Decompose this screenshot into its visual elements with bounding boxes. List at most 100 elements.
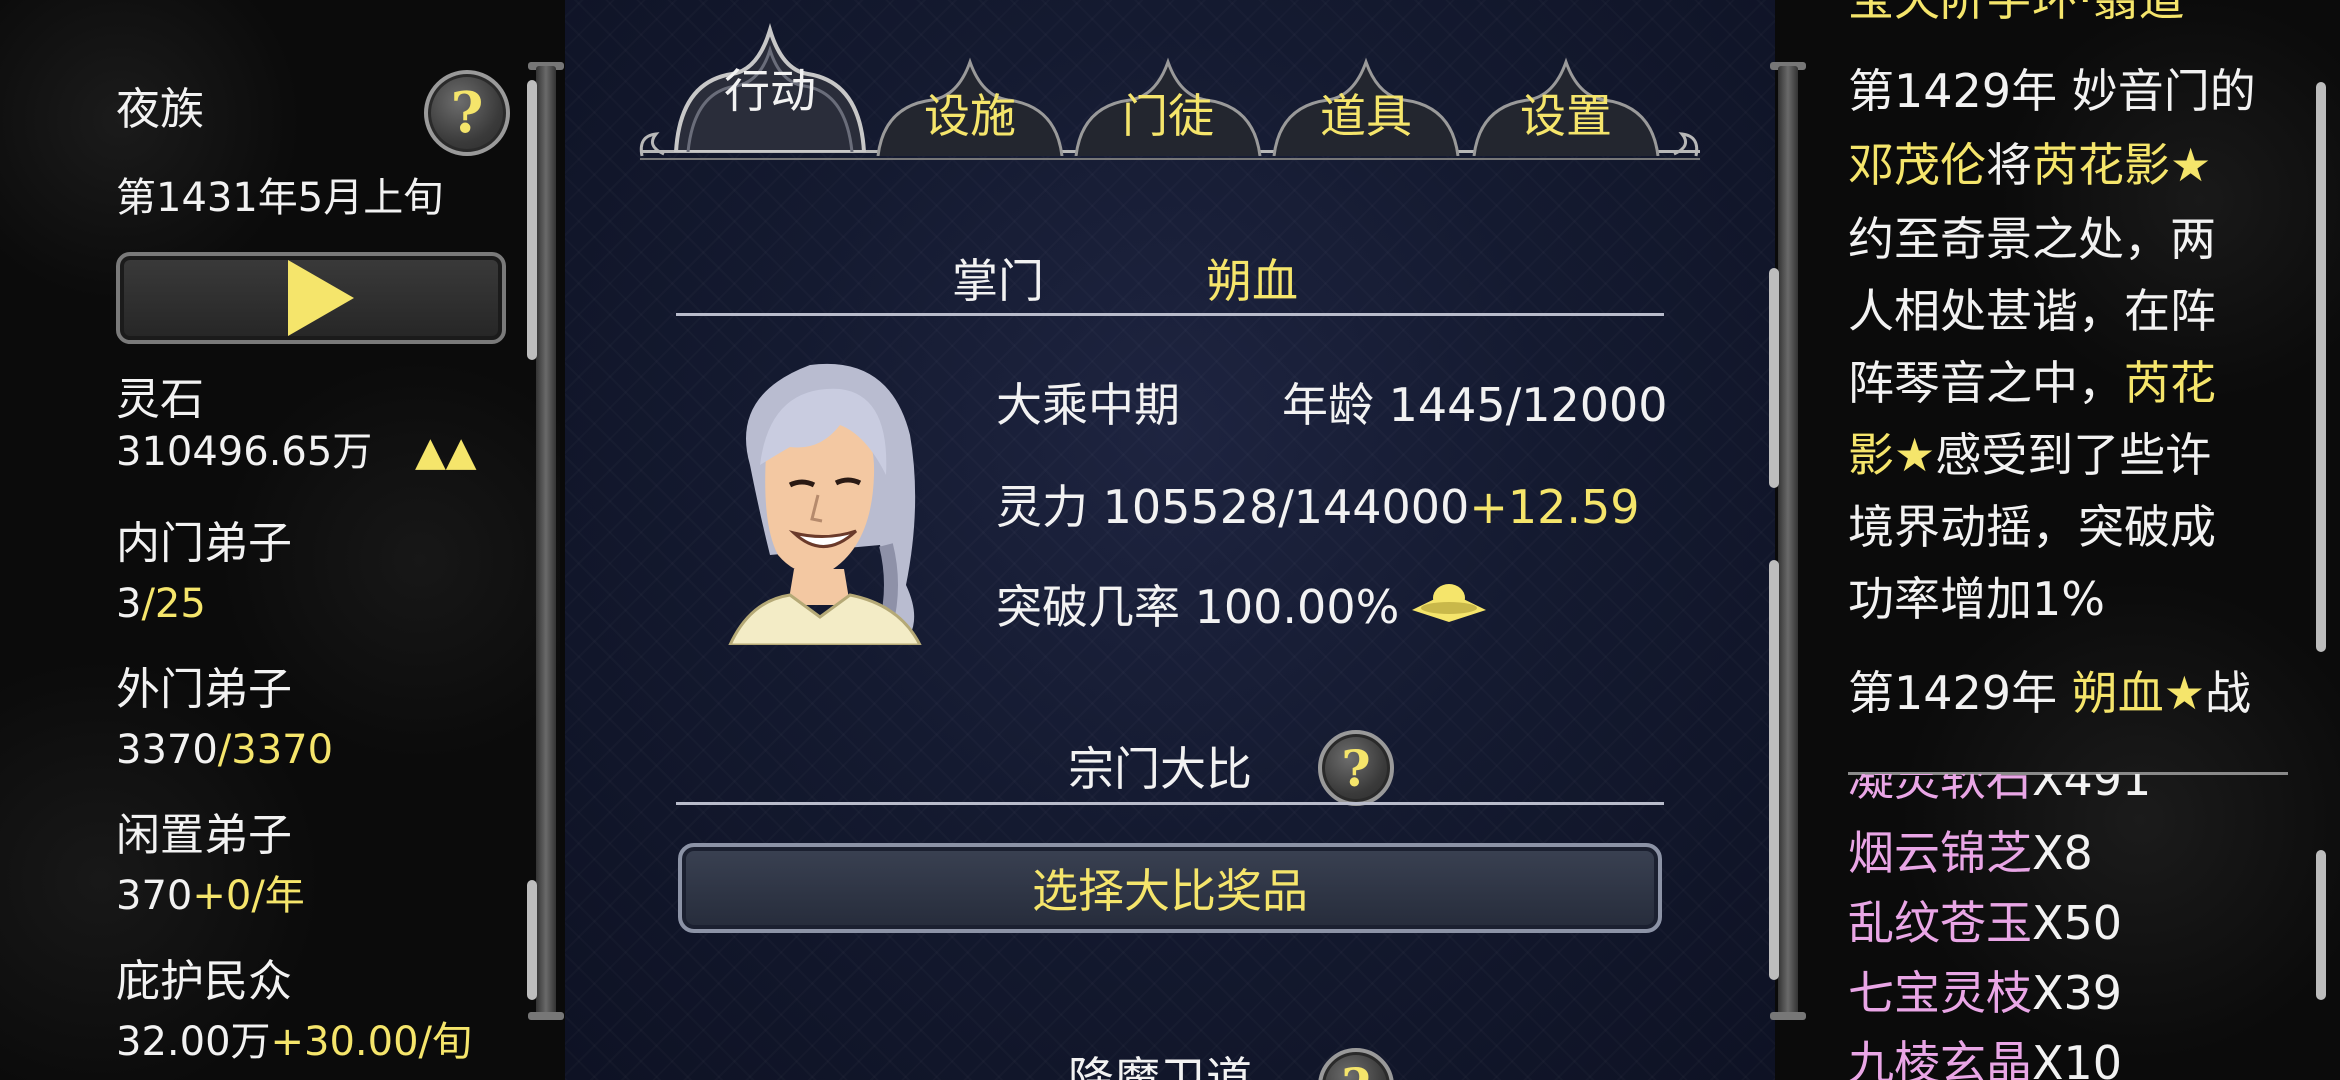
log-text: 将	[1986, 138, 2032, 192]
item-count: X8	[2032, 826, 2093, 880]
scrollbar-thumb-lower[interactable]	[1769, 560, 1779, 980]
tab-items[interactable]: 道具	[1268, 56, 1464, 156]
tab-settings-label: 设置	[1520, 89, 1612, 143]
protected-people-label: 庇护民众	[116, 956, 292, 1007]
scrollbar-track[interactable]	[536, 66, 556, 1016]
log-line: 阵琴音之中，芮花	[1848, 346, 2216, 420]
log-text: 感受到了些许	[1935, 428, 2212, 482]
log-line-cut: 宝天阶字环·翳道	[1848, 0, 2185, 36]
leader-spirit: 灵力 105528/144000+12.59	[996, 484, 1640, 530]
protected-people-rate: +30.00/旬	[270, 1019, 473, 1065]
divider	[676, 802, 1664, 805]
idle-disciples-label: 闲置弟子	[116, 810, 292, 861]
item-name: 凝灵软石	[1848, 774, 2032, 806]
scrollbar-cap-bottom	[528, 1012, 564, 1020]
inventory-scrollbar-thumb[interactable]	[2316, 850, 2326, 1000]
leader-age: 年龄 1445/12000	[1282, 382, 1668, 428]
scrollbar-thumb[interactable]	[1769, 268, 1779, 488]
leader-name: 朔血	[1206, 254, 1298, 308]
idle-disciples-current: 370	[116, 873, 193, 919]
tab-disciples[interactable]: 门徒	[1070, 56, 1266, 156]
list-item[interactable]: 七宝灵枝X39	[1848, 958, 2122, 1028]
log-line: 境界动摇，突破成	[1848, 500, 2216, 554]
advance-time-button[interactable]	[116, 252, 506, 344]
question-icon: ?	[1341, 738, 1371, 798]
current-date: 第1431年5月上旬	[116, 175, 444, 221]
protected-people-row: 32.00万+30.00/旬	[116, 1022, 472, 1062]
list-item[interactable]: 烟云锦芝X8	[1848, 818, 2093, 888]
question-icon: ?	[1341, 1057, 1370, 1080]
demon-section-label: 降魔卫道	[1068, 1052, 1252, 1080]
faction-help-button[interactable]: ?	[424, 70, 510, 156]
scrollbar-thumb-lower[interactable]	[527, 880, 537, 1000]
log-person: 影★	[1848, 428, 1936, 482]
log-text: 阵琴音之中，	[1848, 356, 2124, 410]
inner-disciples-max: /25	[141, 581, 206, 627]
breakthrough-value: 100.00%	[1194, 580, 1400, 634]
log-text: 战	[2204, 666, 2251, 720]
tab-items-label: 道具	[1320, 89, 1412, 143]
log-item-name: 宝天阶字环·翳道	[1848, 0, 2185, 26]
spirit-stone-value: 310496.65万	[116, 429, 373, 475]
log-line: 第1429年 朔血★战	[1848, 656, 2251, 730]
log-person: 朔血★	[2071, 666, 2205, 720]
list-item[interactable]: 九棱玄晶X10	[1848, 1028, 2122, 1080]
trend-up-icon: ▲▲	[415, 429, 477, 475]
tab-facilities-label: 设施	[924, 89, 1016, 143]
tab-facilities[interactable]: 设施	[872, 56, 1068, 156]
spirit-value: 105528/144000	[1102, 480, 1470, 534]
item-name: 七宝灵枝	[1848, 966, 2032, 1020]
leader-portrait[interactable]	[690, 355, 950, 645]
question-icon: ?	[450, 80, 484, 146]
idle-disciples-rate: +0/年	[192, 873, 305, 919]
age-label: 年龄	[1282, 378, 1374, 432]
log-line: 功率增加1%	[1848, 572, 2105, 626]
leader-breakthrough: 突破几率 100.00%	[996, 584, 1399, 630]
item-count: X39	[2032, 966, 2123, 1020]
log-line: 人相处甚谐，在阵	[1848, 284, 2216, 338]
item-count: X491	[2032, 774, 2152, 806]
outer-disciples-row: 3370/3370	[116, 730, 333, 770]
tab-action-label: 行动	[724, 64, 816, 118]
item-name: 九棱玄晶	[1848, 1036, 2032, 1080]
faction-name: 夜族	[116, 84, 204, 135]
choose-prize-button[interactable]: 选择大比奖品	[678, 843, 1662, 933]
tab-settings[interactable]: 设置	[1468, 56, 1664, 156]
play-icon	[288, 260, 354, 336]
competition-label: 宗门大比	[1068, 742, 1252, 796]
log-text: 第1429年	[1848, 666, 2072, 720]
scrollbar-cap-bottom	[1770, 1012, 1806, 1020]
outer-disciples-current: 3370	[116, 727, 218, 773]
list-item[interactable]: 乱纹苍玉X50	[1848, 888, 2122, 958]
age-value: 1445/12000	[1388, 378, 1668, 432]
scrollbar-thumb[interactable]	[527, 80, 537, 360]
event-log: 宝天阶字环·翳道 第1429年 妙音门的 邓茂伦将芮花影★ 约至奇景之处，两 人…	[1840, 0, 2300, 760]
inner-disciples-row: 3/25	[116, 584, 206, 624]
idle-disciples-row: 370+0/年	[116, 876, 305, 916]
breakthrough-label: 突破几率	[996, 580, 1180, 634]
outer-disciples-label: 外门弟子	[116, 664, 292, 715]
log-line: 邓茂伦将芮花影★	[1848, 128, 2211, 202]
item-count: X50	[2032, 896, 2123, 950]
log-line: 约至奇景之处，两	[1848, 212, 2216, 266]
item-name: 乱纹苍玉	[1848, 896, 2032, 950]
divider	[676, 313, 1664, 316]
list-item[interactable]: 凝灵软石X491	[1848, 774, 2151, 814]
inner-disciples-label: 内门弟子	[116, 518, 292, 569]
competition-help-button[interactable]: ?	[1318, 730, 1394, 806]
item-name: 烟云锦芝	[1848, 826, 2032, 880]
spirit-rate: +12.59	[1469, 480, 1640, 534]
tab-action[interactable]: 行动	[672, 22, 868, 152]
outer-disciples-max: /3370	[217, 727, 334, 773]
spirit-label: 灵力	[996, 480, 1088, 534]
tab-disciples-label: 门徒	[1122, 89, 1214, 143]
log-line: 影★感受到了些许	[1848, 418, 2211, 492]
log-scrollbar-thumb[interactable]	[2316, 82, 2326, 652]
scrollbar-track[interactable]	[1778, 66, 1798, 1016]
protected-people-current: 32.00万	[116, 1019, 271, 1065]
leader-section-label: 掌门	[952, 254, 1044, 308]
item-count: X10	[2032, 1036, 2123, 1080]
spirit-stone-label: 灵石	[116, 374, 204, 425]
breakthrough-pill-icon	[1412, 584, 1486, 622]
inner-disciples-current: 3	[116, 581, 142, 627]
